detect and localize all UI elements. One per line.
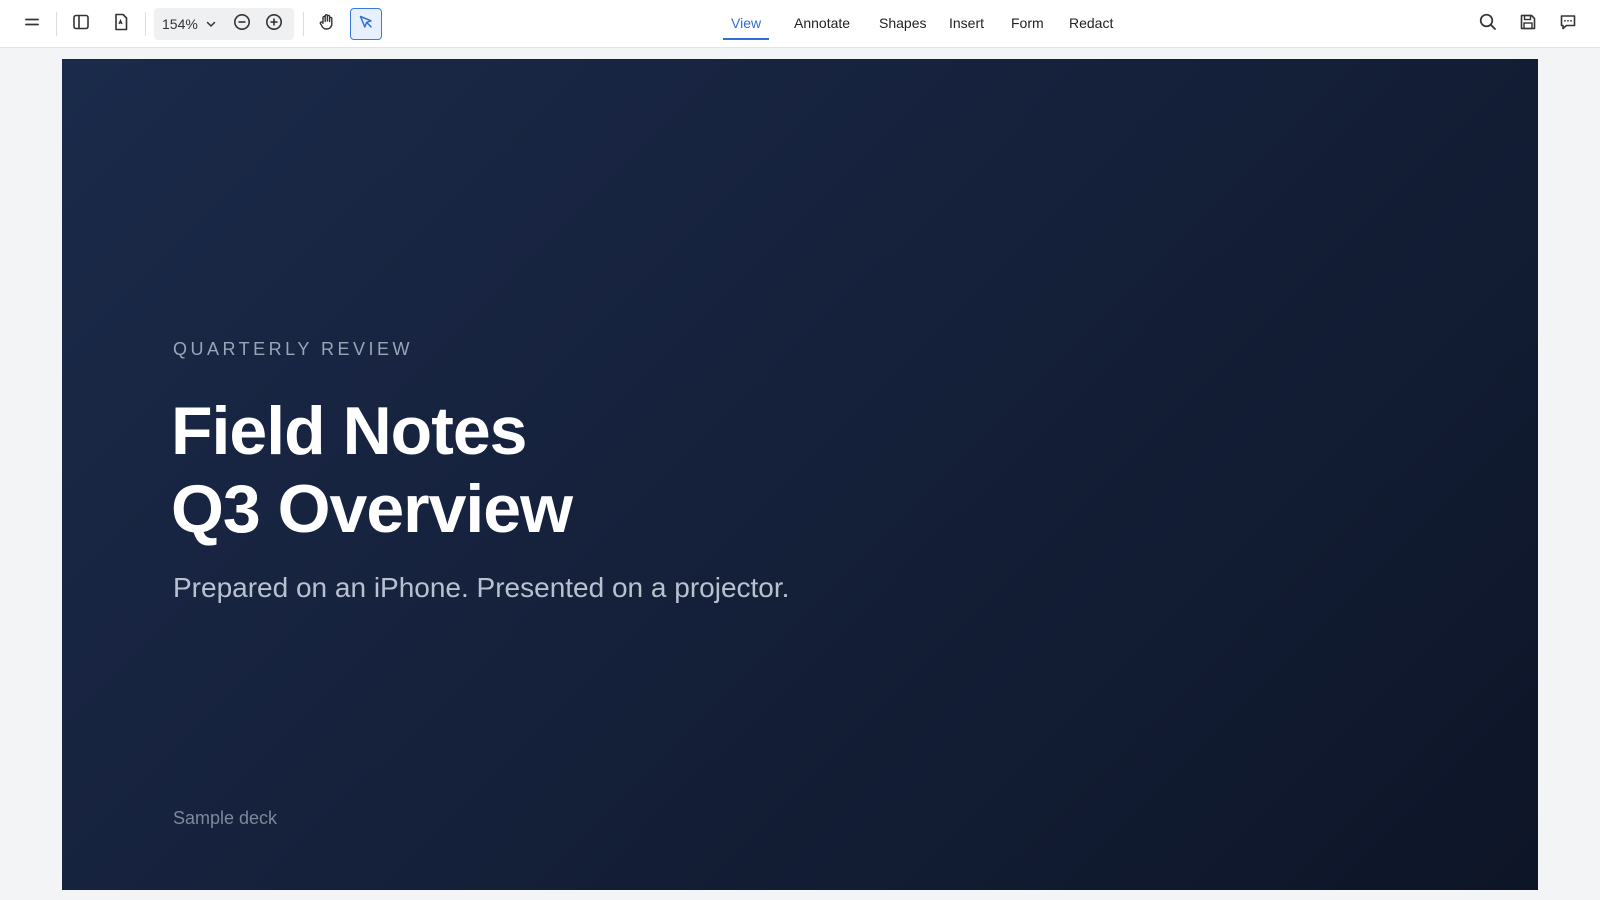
tab-label: View — [731, 15, 762, 31]
tab-label: Insert — [949, 15, 985, 31]
tab-view[interactable]: View — [723, 0, 770, 46]
comments-button[interactable] — [1552, 8, 1584, 40]
search-icon — [1478, 12, 1498, 37]
active-tab-indicator — [723, 38, 770, 40]
slide-title-line-1: Field Notes — [171, 393, 528, 469]
slide-eyebrow: QUARTERLY REVIEW — [173, 339, 414, 359]
tab-form[interactable]: Form — [1011, 0, 1044, 46]
tab-shapes[interactable]: Shapes — [879, 0, 926, 46]
search-button[interactable] — [1472, 8, 1504, 40]
chevron-down-icon[interactable] — [204, 17, 218, 31]
zoom-level-dropdown[interactable]: 154% — [162, 8, 198, 40]
sidebar-toggle-button[interactable] — [65, 8, 97, 40]
slide-footer: Sample deck — [173, 808, 278, 828]
toolbar: 154% View Annotate Shapes Insert Form Re… — [0, 0, 1600, 48]
slide-subtitle: Prepared on an iPhone. Presented on a pr… — [173, 572, 790, 603]
toolbar-divider — [145, 12, 146, 36]
tab-annotate[interactable]: Annotate — [794, 0, 850, 46]
zoom-control: 154% — [154, 8, 294, 40]
select-tool-button[interactable] — [350, 8, 382, 40]
zoom-out-icon — [232, 12, 252, 37]
slide-title-line-2: Q3 Overview — [171, 471, 573, 547]
tab-label: Redact — [1069, 15, 1114, 31]
tab-label: Annotate — [794, 15, 851, 31]
document-icon — [111, 12, 131, 37]
tab-label: Shapes — [879, 15, 927, 31]
slide-title: Field Notes Q3 Overview — [171, 392, 573, 548]
zoom-in-button[interactable] — [258, 8, 290, 40]
menu-icon — [22, 12, 42, 37]
slide-page[interactable]: QUARTERLY REVIEW Field Notes Q3 Overview… — [62, 59, 1538, 890]
select-pointer-icon — [356, 12, 376, 37]
zoom-in-icon — [264, 12, 284, 37]
tab-redact[interactable]: Redact — [1069, 0, 1113, 46]
comment-icon — [1558, 12, 1578, 37]
menu-button[interactable] — [16, 8, 48, 40]
toolbar-divider — [56, 12, 57, 36]
pan-tool-button[interactable] — [311, 8, 343, 40]
save-icon — [1518, 12, 1538, 37]
document-button[interactable] — [105, 8, 137, 40]
tab-insert[interactable]: Insert — [949, 0, 984, 46]
tab-label: Form — [1011, 15, 1044, 31]
save-button[interactable] — [1512, 8, 1544, 40]
zoom-out-button[interactable] — [226, 8, 258, 40]
toolbar-divider — [303, 12, 304, 36]
hand-tool-icon — [317, 12, 337, 37]
sidebar-panel-icon — [71, 12, 91, 37]
